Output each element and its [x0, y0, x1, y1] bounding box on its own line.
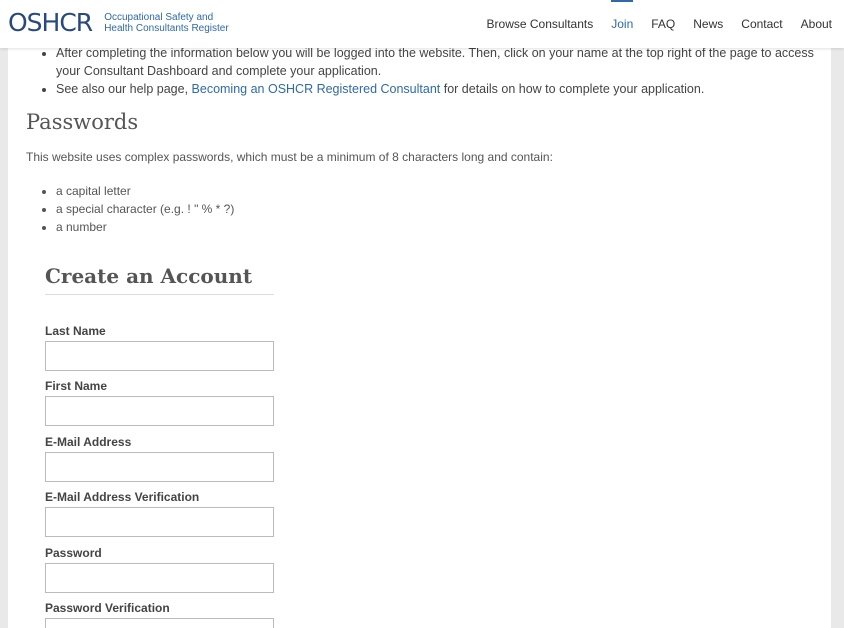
main-nav: Browse Consultants Join FAQ News Contact…	[469, 0, 832, 48]
logo-tagline: Occupational Safety and Health Consultan…	[104, 12, 229, 35]
nav-about[interactable]: About	[801, 0, 832, 48]
site-logo[interactable]: OSHCR Occupational Safety and Health Con…	[8, 10, 229, 36]
nav-news[interactable]: News	[693, 0, 723, 48]
page-content: After completing the information below y…	[8, 0, 831, 628]
last-name-input[interactable]	[45, 341, 274, 371]
site-header: OSHCR Occupational Safety and Health Con…	[0, 0, 844, 48]
logo-line: Health Consultants Register	[104, 23, 229, 34]
last-name-label: Last Name	[45, 324, 106, 338]
password-input[interactable]	[45, 563, 274, 593]
info-text: After completing the information below y…	[56, 46, 814, 78]
email-input[interactable]	[45, 452, 274, 482]
email-verify-group: E-Mail Address Verification	[45, 490, 274, 537]
nav-contact[interactable]: Contact	[741, 0, 782, 48]
help-page-link[interactable]: Becoming an OSHCR Registered Consultant	[192, 82, 441, 96]
password-verify-group: Password Verification	[45, 601, 274, 628]
rule-item: a capital letter	[56, 182, 234, 200]
password-verify-label: Password Verification	[45, 601, 170, 615]
nav-join[interactable]: Join	[611, 0, 634, 48]
password-label: Password	[45, 546, 102, 560]
email-verify-input[interactable]	[45, 507, 274, 537]
info-list: After completing the information below y…	[26, 44, 826, 98]
form-title: Create an Account	[45, 264, 274, 295]
passwords-heading: Passwords	[26, 110, 139, 134]
email-label: E-Mail Address	[45, 435, 132, 449]
create-account-form: Create an Account Last Name First Name E…	[45, 264, 274, 628]
info-text: for details on how to complete your appl…	[440, 82, 705, 96]
rule-item: a number	[56, 218, 234, 236]
first-name-label: First Name	[45, 379, 108, 393]
email-group: E-Mail Address	[45, 435, 274, 482]
nav-browse-consultants[interactable]: Browse Consultants	[487, 0, 594, 48]
passwords-intro: This website uses complex passwords, whi…	[26, 150, 553, 164]
info-item: After completing the information below y…	[56, 44, 826, 80]
rule-item: a special character (e.g. ! " % * ?)	[56, 200, 234, 218]
email-verify-label: E-Mail Address Verification	[45, 490, 200, 504]
logo-line: Occupational Safety and	[104, 11, 214, 23]
info-item: See also our help page, Becoming an OSHC…	[56, 80, 826, 98]
password-rules: a capital letter a special character (e.…	[26, 182, 234, 236]
last-name-group: Last Name	[45, 324, 274, 371]
nav-faq[interactable]: FAQ	[651, 0, 675, 48]
logo-mark: OSHCR	[8, 8, 93, 37]
password-group: Password	[45, 546, 274, 593]
first-name-input[interactable]	[45, 396, 274, 426]
first-name-group: First Name	[45, 379, 274, 426]
info-text: See also our help page,	[56, 82, 192, 96]
password-verify-input[interactable]	[45, 618, 274, 628]
